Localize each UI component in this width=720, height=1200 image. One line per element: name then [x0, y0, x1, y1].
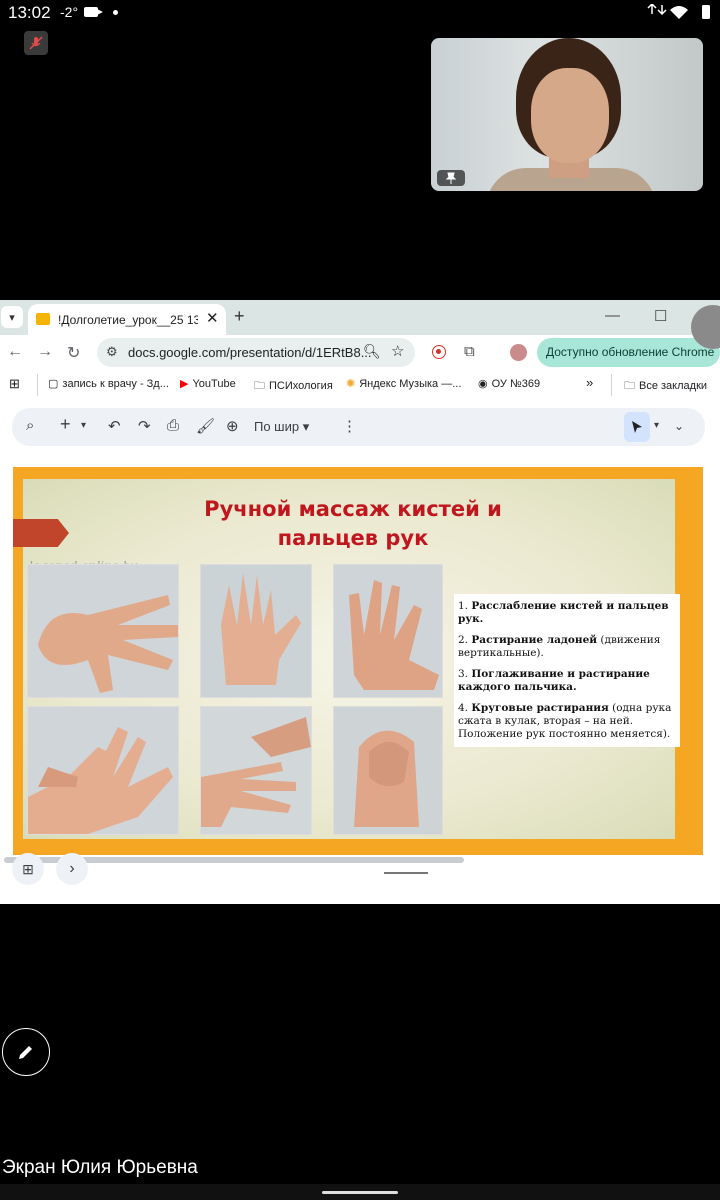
- apps-grid-icon[interactable]: ⊞: [9, 376, 20, 392]
- tab-bar: ▾ !Долголетие_урок__25 13.01.25 ✕ + — ☐: [0, 300, 720, 335]
- screen-share-caption: Экран Юлия Юрьевна: [2, 1157, 198, 1178]
- hand-photo-4: [27, 706, 179, 835]
- participant-video-tile[interactable]: [431, 38, 703, 191]
- hand-photo-6: [333, 706, 443, 835]
- bookmarks-bar: ⊞ ▢ запись к врачу - Зд... ▶ YouTube 🗀 ПСИх…: [0, 371, 720, 399]
- pin-icon[interactable]: [437, 170, 465, 186]
- grid-view-icon[interactable]: ⊞: [12, 853, 44, 885]
- collapse-chevron-icon[interactable]: ⌄: [674, 419, 684, 433]
- system-nav-bar: [0, 1184, 720, 1200]
- chevron-down-icon[interactable]: ▾: [81, 420, 86, 431]
- forward-icon[interactable]: →: [37, 343, 53, 361]
- steps-list: 1. Расслабление кистей и пальцев рук. 2.…: [454, 594, 680, 747]
- select-cursor-icon[interactable]: [624, 412, 650, 442]
- close-tab-icon[interactable]: ✕: [206, 309, 219, 327]
- slide-canvas: Ручной массаж кистей и пальцев рук logop…: [13, 479, 680, 839]
- step-item: 2. Растирание ладоней (движения вертикал…: [458, 634, 661, 659]
- slides-favicon-icon: [36, 313, 50, 325]
- new-tab-icon[interactable]: +: [234, 306, 245, 327]
- bookmark-star-icon[interactable]: ☆: [391, 342, 404, 360]
- paint-format-icon[interactable]: 🖌︎: [196, 417, 215, 435]
- bookmark-item-school[interactable]: ◉ ОУ №369: [478, 377, 540, 390]
- next-slide-chevron-icon[interactable]: ›: [56, 853, 88, 885]
- globe-icon: ◉: [478, 378, 488, 390]
- slides-toolbar: ⌕ + ▾ ↶ ↷ ⎙ 🖌︎ ⊕ По шир ▾ ⋮ ▾ ⌄: [12, 408, 705, 446]
- zoom-select[interactable]: По шир ▾: [254, 419, 309, 435]
- update-label: Доступно обновление Chrome: [546, 345, 715, 359]
- zoom-icon[interactable]: 🔍︎: [363, 343, 381, 360]
- step-item: 3. Поглаживание и растирание каждого пал…: [458, 668, 650, 693]
- slide-title-line: Ручной массаж кистей и: [204, 497, 502, 521]
- decorative-arrow: [13, 519, 69, 547]
- address-bar-row: ← → ↻ ⚙ docs.google.com/presentation/d/1…: [0, 335, 720, 371]
- chevron-down-icon[interactable]: ▾: [654, 420, 659, 431]
- bookmark-separator: [37, 374, 38, 396]
- site-info-icon[interactable]: ⚙: [106, 344, 118, 360]
- reload-icon[interactable]: ↻: [67, 343, 80, 363]
- drag-handle[interactable]: [384, 872, 428, 874]
- more-options-icon[interactable]: ⋮: [342, 417, 357, 435]
- status-bar: 13:02 -2°: [0, 0, 720, 26]
- mic-muted-icon[interactable]: [24, 31, 48, 55]
- bookmark-item-psychology[interactable]: 🗀 ПСИхология: [254, 377, 333, 396]
- redo-icon[interactable]: ↷: [138, 417, 151, 435]
- slide-title: Ручной массаж кистей и пальцев рук: [143, 495, 563, 553]
- bookmark-item-health[interactable]: ▢ запись к врачу - Зд...: [48, 377, 169, 390]
- notification-dot-icon: [113, 10, 118, 15]
- extensions-icon[interactable]: ⧉: [464, 343, 475, 360]
- add-icon[interactable]: +: [60, 414, 71, 435]
- bookmark-separator: [611, 374, 612, 396]
- bookmark-item-music[interactable]: ✺ Яндекс Музыка —...: [346, 377, 461, 390]
- signal-wifi-battery-icon: [647, 2, 710, 19]
- tab-title: !Долголетие_урок__25 13.01.25: [58, 313, 198, 327]
- omnibox[interactable]: ⚙ docs.google.com/presentation/d/1ERtB8.…: [97, 338, 415, 367]
- url-text[interactable]: docs.google.com/presentation/d/1ERtB8...: [128, 345, 372, 360]
- step-item: 4. Круговые растирания (одна рука сжата …: [458, 702, 672, 740]
- hand-photo-2: [200, 564, 312, 698]
- chrome-update-button[interactable]: Доступно обновление Chrome: [537, 338, 720, 367]
- page-icon: ▢: [48, 378, 59, 390]
- all-bookmarks[interactable]: 🗀 Все закладки: [624, 377, 707, 396]
- status-time: 13:02: [8, 3, 51, 22]
- bookmark-item-youtube[interactable]: ▶ YouTube: [180, 377, 236, 390]
- folder-icon: 🗀: [624, 380, 635, 392]
- minimize-icon[interactable]: —: [605, 307, 620, 324]
- video-camera-icon: [84, 7, 103, 17]
- tab-presentation[interactable]: !Долголетие_урок__25 13.01.25 ✕: [28, 304, 226, 335]
- profile-avatar[interactable]: [510, 344, 527, 361]
- home-gesture-pill[interactable]: [322, 1191, 398, 1194]
- browser-window: ▾ !Долголетие_урок__25 13.01.25 ✕ + — ☐ …: [0, 300, 720, 904]
- annotate-pencil-icon[interactable]: [2, 1028, 50, 1076]
- music-icon: ✺: [346, 378, 356, 390]
- video-person-face: [531, 68, 609, 163]
- slide-title-line: пальцев рук: [277, 526, 429, 550]
- folder-icon: 🗀: [254, 380, 265, 392]
- maximize-icon[interactable]: ☐: [654, 307, 667, 325]
- record-icon[interactable]: [432, 345, 446, 359]
- tab-search-button[interactable]: ▾: [1, 306, 23, 328]
- status-icons: [646, 2, 712, 23]
- undo-icon[interactable]: ↶: [108, 417, 121, 435]
- more-bookmarks-icon[interactable]: »: [586, 375, 593, 390]
- hand-photo-3: [333, 564, 443, 698]
- step-item: 1. Расслабление кистей и пальцев рук.: [458, 600, 669, 625]
- zoom-icon[interactable]: ⊕: [226, 417, 239, 435]
- print-icon[interactable]: ⎙: [167, 417, 179, 434]
- back-icon[interactable]: ←: [7, 343, 23, 361]
- hand-photo-1: [27, 564, 179, 698]
- status-temperature: -2°: [60, 4, 79, 20]
- youtube-icon: ▶: [180, 378, 189, 390]
- search-icon[interactable]: ⌕: [26, 417, 34, 434]
- presentation-slide[interactable]: Ручной массаж кистей и пальцев рук logop…: [13, 467, 703, 855]
- hand-photo-5: [200, 706, 312, 835]
